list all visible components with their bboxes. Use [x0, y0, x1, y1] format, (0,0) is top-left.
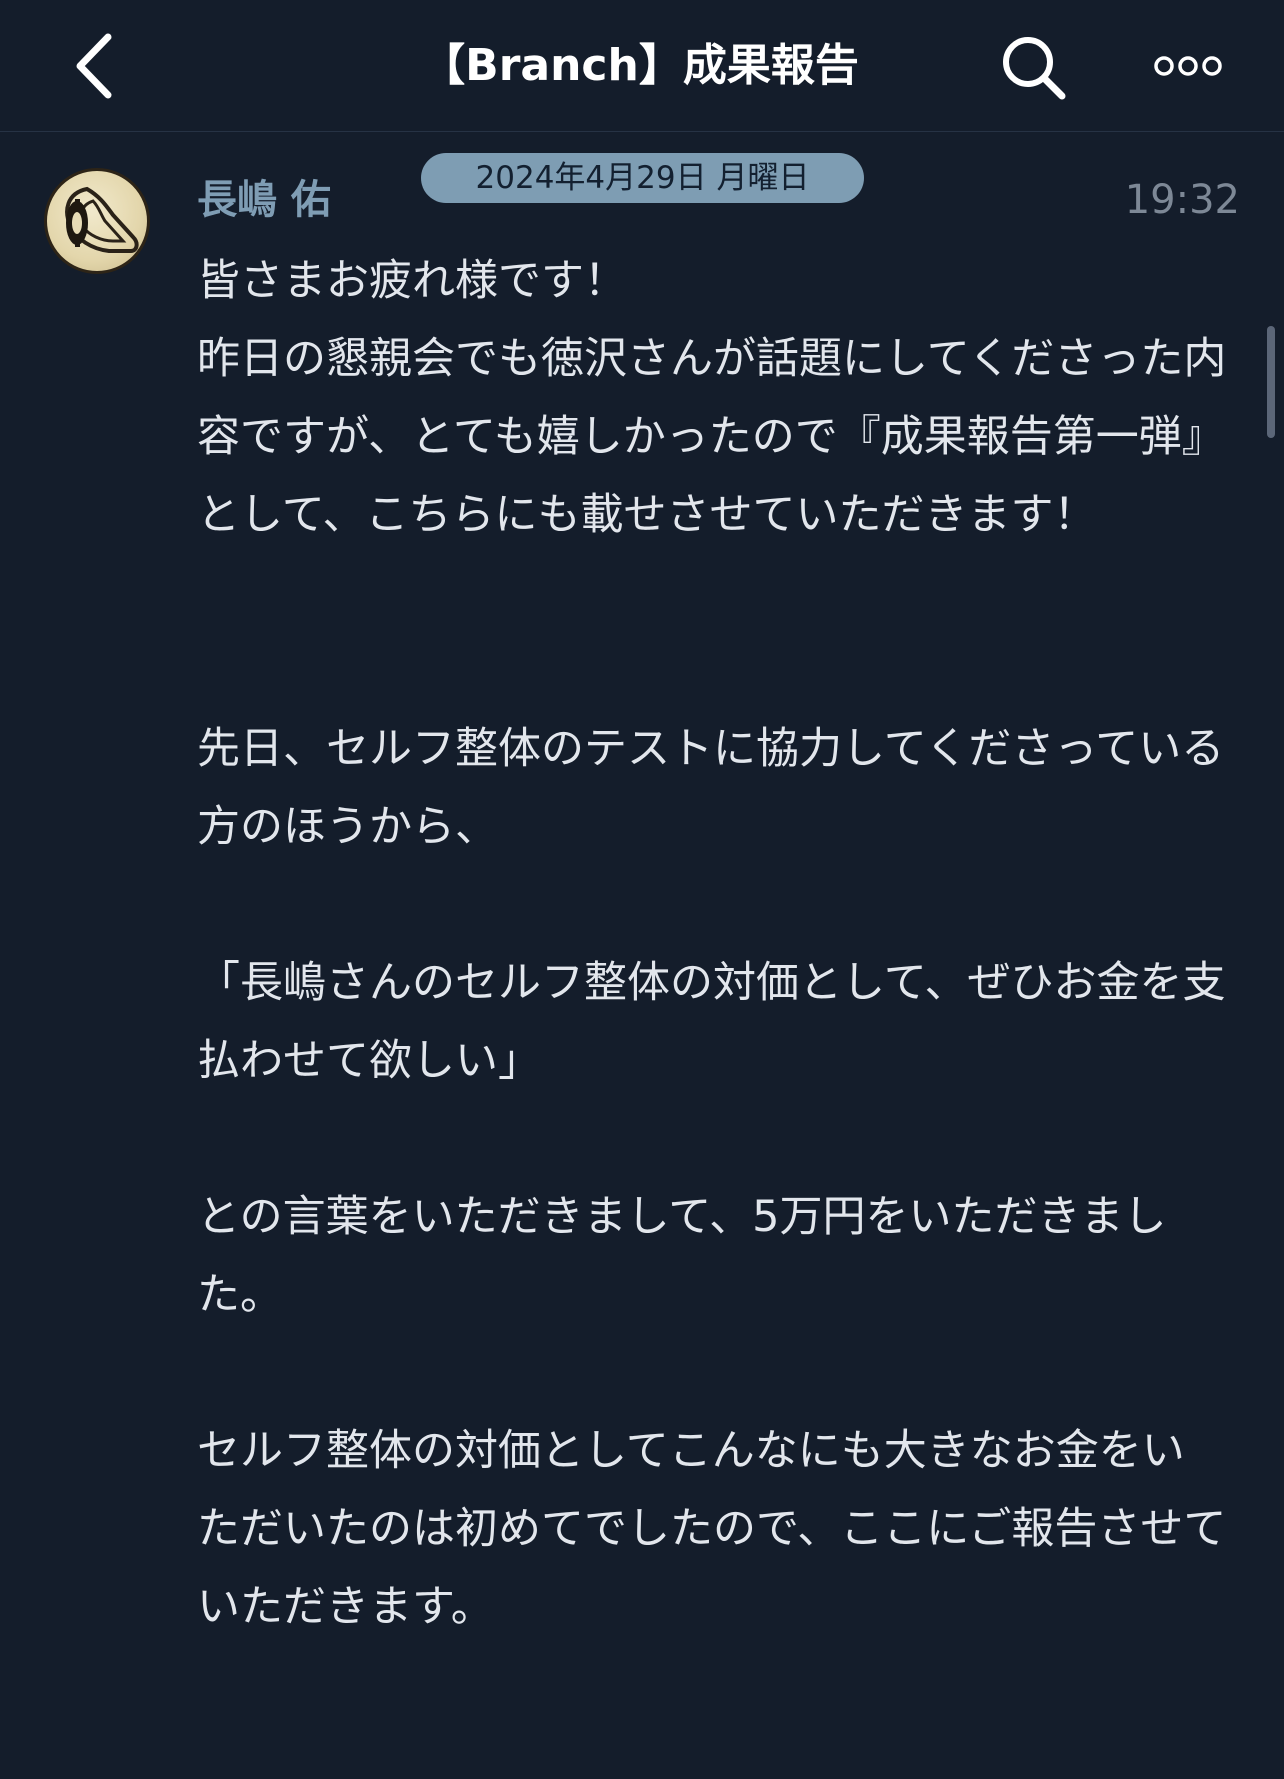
search-icon [1003, 37, 1066, 100]
message-body: 皆さまお疲れ様です！ 昨日の懇親会でも徳沢さんが話題にしてくださった内容ですが、… [197, 242, 1227, 1646]
more-options-button[interactable] [1148, 40, 1228, 92]
chat-header: 【Branch】成果報告 [0, 0, 1284, 132]
avatar-logo-icon [65, 186, 139, 253]
message-paragraph: 先日、セルフ整体のテストに協力してくださっている方のほうから、 [197, 724, 1225, 852]
search-button[interactable] [994, 28, 1074, 108]
message-paragraph: 皆さまお疲れ様です！ 昨日の懇親会でも徳沢さんが話題にしてくださった内容ですが、… [197, 256, 1227, 540]
chat-title: 【Branch】成果報告 [421, 40, 859, 91]
chevron-left-icon [76, 33, 112, 99]
date-separator: 2024年4月29日 月曜日 [421, 153, 864, 203]
sender-avatar[interactable] [44, 168, 150, 274]
sender-name[interactable]: 長嶋 佑 [197, 172, 331, 228]
back-button[interactable] [58, 28, 128, 104]
message-paragraph: との言葉をいただきまして、5万円をいただきました。 [197, 1192, 1167, 1320]
scrollbar[interactable] [1267, 326, 1275, 438]
message-paragraph: セルフ整体の対価としてこんなにも大きなお金をいただいたのは初めてでしたので、ここ… [197, 1426, 1227, 1632]
more-dots-icon [1154, 56, 1222, 76]
message-paragraph: 「長嶋さんのセルフ整体の対価として、ぜひお金を支払わせて欲しい」 [197, 958, 1226, 1086]
message-time: 19:32 [1124, 177, 1240, 223]
